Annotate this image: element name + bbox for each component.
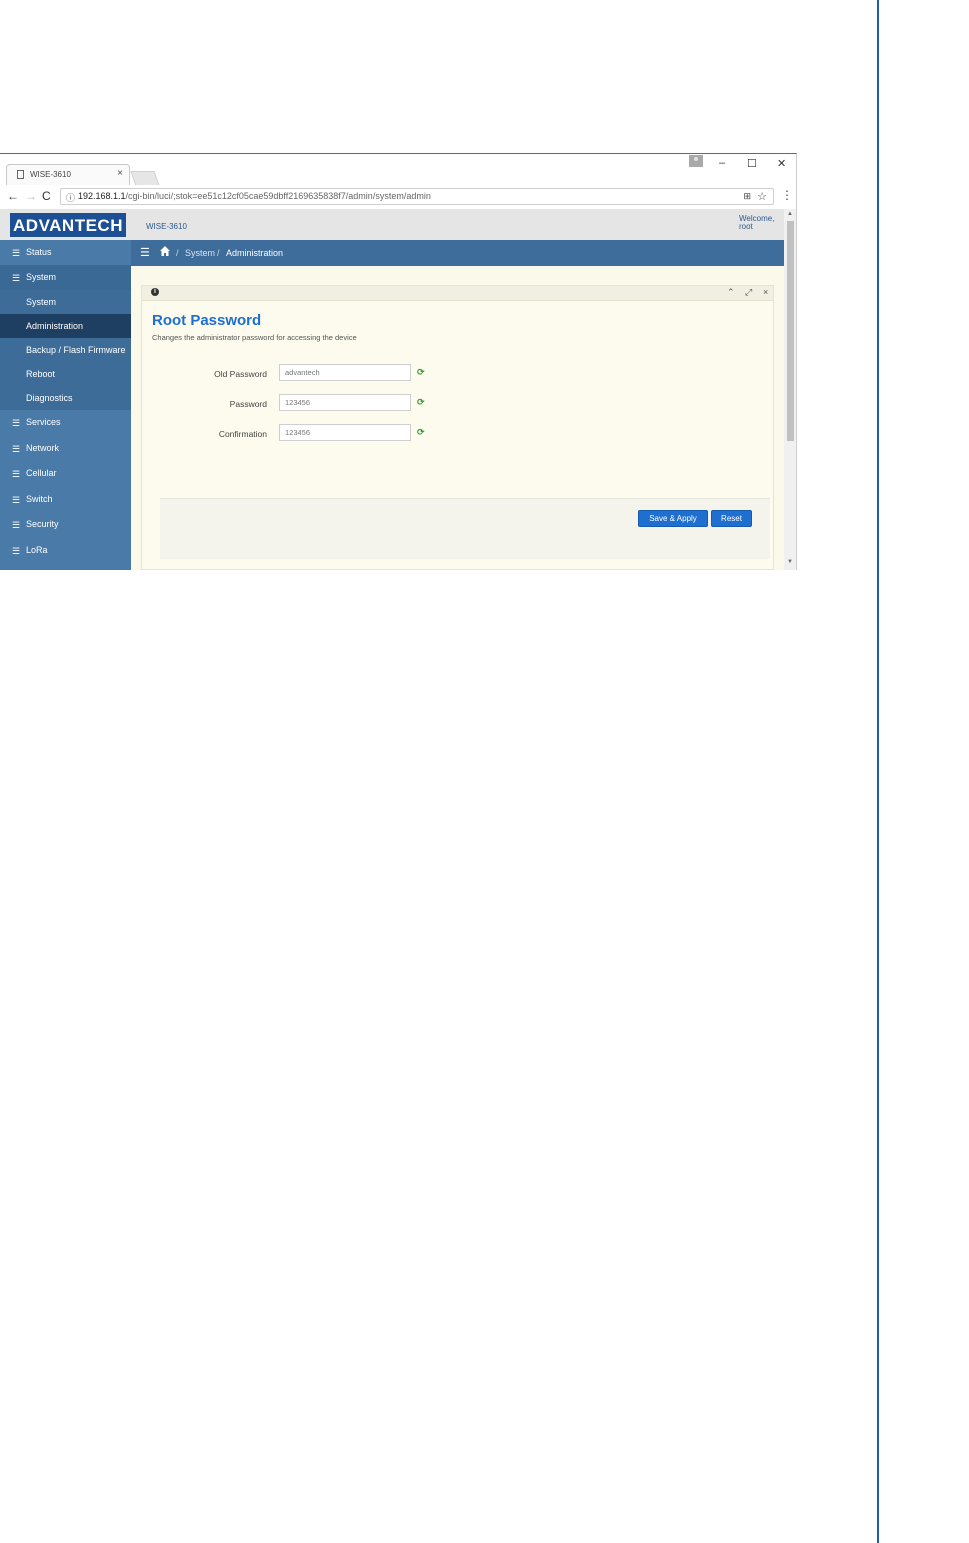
list-icon: ☰	[12, 520, 21, 530]
sidebar-subitem-label: Backup / Flash Firmware	[26, 345, 126, 355]
sidebar-item-security[interactable]: ☰ Security	[0, 512, 131, 537]
sidebar-subitem-label: Diagnostics	[26, 393, 73, 403]
main-content: i ⌃ ⤢ × Root Password Changes the admini…	[131, 266, 784, 570]
address-toolbar: ← → C ⓘ 192.168.1.1/cgi-bin/luci/;stok=e…	[0, 185, 796, 210]
scrollbar-thumb[interactable]	[787, 221, 794, 441]
url-text: 192.168.1.1/cgi-bin/luci/;stok=ee51c12cf…	[78, 191, 431, 201]
reveal-password-icon[interactable]: ⟳	[417, 397, 425, 408]
sidebar-item-label: System	[26, 272, 57, 282]
panel-header: i ⌃ ⤢ ×	[142, 286, 773, 301]
sidebar-item-cellular[interactable]: ☰ Cellular	[0, 461, 131, 486]
vertical-scrollbar[interactable]: ▲ ▼	[784, 209, 796, 570]
panel-description: Changes the administrator password for a…	[152, 333, 357, 342]
save-apply-button[interactable]: Save & Apply	[638, 510, 708, 527]
sidebar-item-status[interactable]: ☰ Status	[0, 240, 131, 265]
sidebar-item-lora[interactable]: ☰ LoRa	[0, 538, 131, 563]
panel-footer: Save & Apply Reset	[160, 498, 770, 559]
sidebar-item-label: Network	[26, 443, 60, 453]
reset-button[interactable]: Reset	[711, 510, 752, 527]
sidebar-item-network[interactable]: ☰ Network	[0, 436, 131, 461]
sidebar-subitem-label: System	[26, 297, 57, 307]
scroll-up-icon[interactable]: ▲	[787, 211, 793, 217]
confirmation-label: Confirmation	[218, 429, 267, 439]
breadcrumb-current: Administration	[226, 248, 284, 258]
reveal-password-icon[interactable]: ⟳	[417, 367, 425, 378]
password-label: Password	[229, 399, 267, 409]
minimize-button[interactable]: –	[719, 157, 725, 169]
sidebar-item-label: Services	[26, 417, 61, 427]
url-host: 192.168.1.1	[78, 191, 126, 201]
sidebar-subitem-label: Reboot	[26, 369, 56, 379]
sidebar-item-label: Security	[26, 519, 59, 529]
translate-icon[interactable]: ⊞	[743, 191, 751, 202]
sidebar-item-label: LoRa	[26, 545, 48, 555]
panel-close-icon[interactable]: ×	[763, 287, 768, 297]
url-bar[interactable]: ⓘ 192.168.1.1/cgi-bin/luci/;stok=ee51c12…	[60, 188, 774, 205]
tab-close-button[interactable]: ×	[117, 168, 123, 179]
home-icon[interactable]	[159, 245, 171, 257]
fullscreen-icon[interactable]: ⤢	[745, 287, 752, 298]
window-close-button[interactable]: ✕	[777, 157, 786, 170]
document-icon	[17, 170, 24, 179]
root-password-panel: i ⌃ ⤢ × Root Password Changes the admini…	[141, 285, 774, 570]
tab-title: WISE-3610	[30, 170, 71, 179]
reload-icon[interactable]: C	[42, 189, 51, 203]
breadcrumb: ☰ / System / Administration	[131, 240, 784, 266]
tab-strip: WISE-3610 × – ☐ ✕	[0, 154, 796, 186]
menu-toggle-icon[interactable]: ☰	[140, 246, 150, 259]
sidebar: ☰ Status ☰ System System Administration …	[0, 240, 131, 570]
password-field[interactable]	[279, 394, 411, 411]
breadcrumb-separator: /	[176, 248, 179, 258]
app-header: ADVANTECH WISE-3610 Welcome, root	[0, 209, 784, 240]
welcome-block: Welcome, root	[739, 215, 774, 231]
device-name: WISE-3610	[146, 222, 187, 231]
page-margin-rule	[877, 0, 879, 1543]
sidebar-item-switch[interactable]: ☰ Switch	[0, 487, 131, 512]
browser-tab[interactable]: WISE-3610 ×	[6, 164, 130, 185]
collapse-icon[interactable]: ⌃	[727, 287, 735, 298]
old-password-field[interactable]	[279, 364, 411, 381]
user-profile-icon[interactable]	[689, 155, 703, 167]
list-icon: ☰	[12, 273, 21, 283]
panel-title: Root Password	[152, 312, 262, 329]
breadcrumb-separator: /	[217, 248, 220, 258]
sidebar-subitem-diagnostics[interactable]: Diagnostics	[0, 386, 131, 410]
sidebar-subitem-backup-flash-firmware[interactable]: Backup / Flash Firmware	[0, 338, 131, 362]
list-icon: ☰	[12, 248, 21, 258]
sidebar-subitem-system[interactable]: System	[0, 290, 131, 314]
browser-window: WISE-3610 × – ☐ ✕ ← → C ⓘ 192.168.1.1/cg…	[0, 153, 797, 570]
username: root	[739, 222, 753, 231]
sidebar-item-label: Switch	[26, 494, 53, 504]
list-icon: ☰	[12, 418, 21, 428]
bookmark-star-icon[interactable]: ☆	[757, 190, 767, 203]
sidebar-item-services[interactable]: ☰ Services	[0, 410, 131, 435]
forward-arrow-icon[interactable]: →	[25, 189, 37, 203]
list-icon: ☰	[12, 546, 21, 556]
url-path: /cgi-bin/luci/;stok=ee51c12cf05cae59dbff…	[125, 191, 431, 201]
sidebar-subitem-label: Administration	[26, 321, 84, 331]
browser-menu-icon[interactable]: ⋮	[781, 188, 793, 202]
sidebar-subitem-reboot[interactable]: Reboot	[0, 362, 131, 386]
list-icon: ☰	[12, 444, 21, 454]
reveal-password-icon[interactable]: ⟳	[417, 427, 425, 438]
breadcrumb-system[interactable]: System	[185, 248, 215, 258]
info-icon: i	[151, 288, 159, 296]
back-arrow-icon[interactable]: ←	[7, 189, 19, 203]
advantech-logo: ADVANTECH	[10, 213, 126, 237]
scroll-down-icon[interactable]: ▼	[787, 559, 793, 565]
sidebar-item-label: Status	[26, 247, 52, 257]
sidebar-item-system[interactable]: ☰ System	[0, 265, 131, 290]
new-tab-button[interactable]	[130, 171, 160, 186]
maximize-button[interactable]: ☐	[747, 157, 757, 170]
sidebar-item-label: Cellular	[26, 468, 57, 478]
confirmation-field[interactable]	[279, 424, 411, 441]
list-icon: ☰	[12, 495, 21, 505]
old-password-label: Old Password	[214, 369, 267, 379]
sidebar-subitem-administration[interactable]: Administration	[0, 314, 131, 338]
logo-text: ADVANTECH	[13, 216, 123, 235]
list-icon: ☰	[12, 469, 21, 479]
site-info-icon[interactable]: ⓘ	[66, 191, 75, 204]
